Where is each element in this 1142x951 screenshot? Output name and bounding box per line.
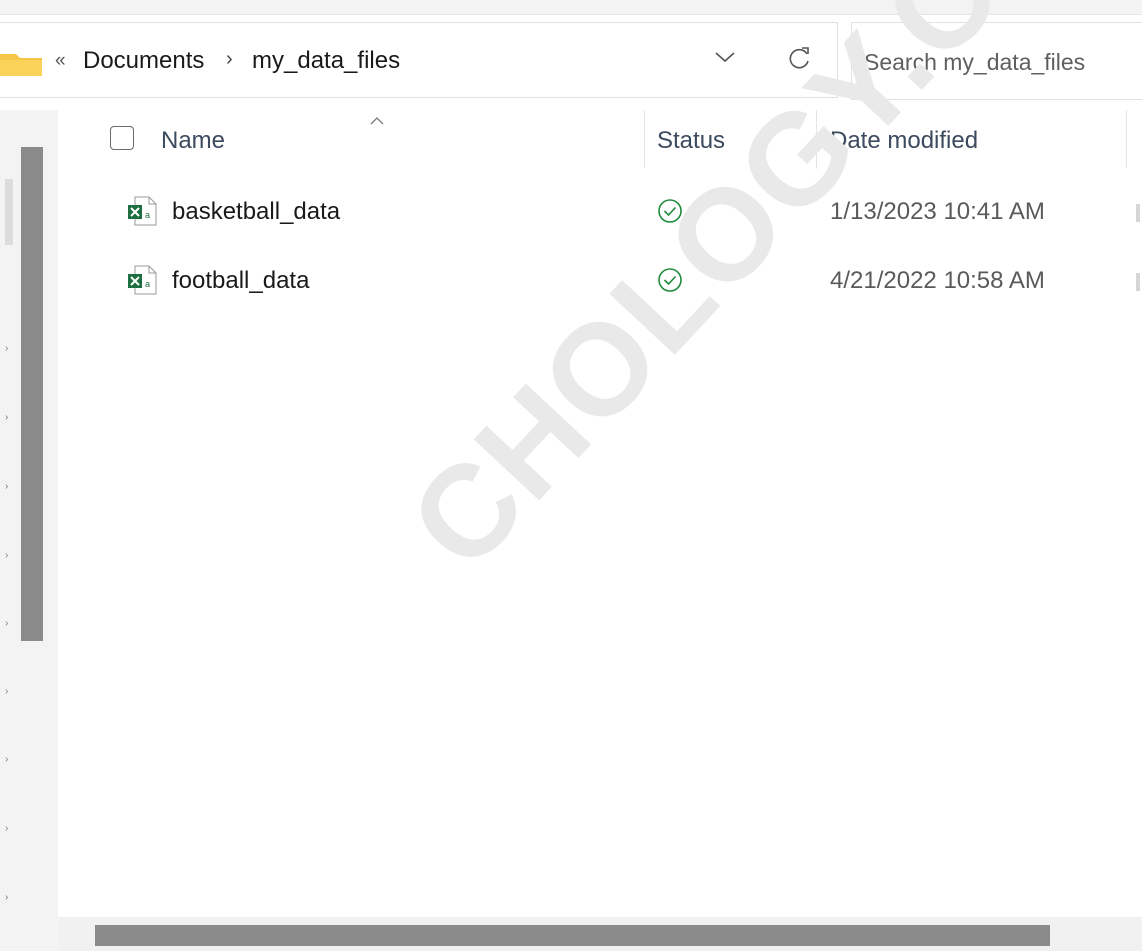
file-date-modified: 1/13/2023 10:41 AM: [830, 198, 1045, 225]
excel-icon: a: [127, 196, 157, 231]
nav-expand-chevron-icon[interactable]: ›: [5, 892, 8, 903]
vertical-scrollbar-thumb[interactable]: [21, 147, 43, 641]
chevron-down-icon[interactable]: [714, 50, 736, 69]
column-header-name[interactable]: Name: [161, 127, 225, 155]
nav-expand-chevron-icon[interactable]: ›: [5, 754, 8, 765]
breadcrumb-documents[interactable]: Documents: [83, 47, 204, 75]
excel-icon: a: [127, 265, 157, 300]
horizontal-scrollbar-thumb[interactable]: [95, 925, 1050, 946]
nav-expand-chevron-icon[interactable]: ›: [5, 823, 8, 834]
file-date-modified: 4/21/2022 10:58 AM: [830, 267, 1045, 294]
nav-expand-chevron-icon[interactable]: ›: [5, 550, 8, 561]
column-header-date-modified[interactable]: Date modified: [830, 127, 978, 155]
column-divider[interactable]: [1126, 110, 1127, 168]
file-name-football-data[interactable]: football_data: [172, 267, 309, 295]
refresh-icon[interactable]: [786, 44, 812, 77]
nav-expand-chevron-icon[interactable]: ›: [5, 412, 8, 423]
nav-expand-chevron-icon[interactable]: ›: [5, 343, 8, 354]
column-divider[interactable]: [816, 110, 817, 168]
select-all-checkbox[interactable]: [110, 126, 134, 150]
folder-icon: [0, 52, 42, 81]
navigation-selected-item[interactable]: [5, 179, 13, 245]
synced-check-icon: [657, 267, 683, 298]
nav-expand-chevron-icon[interactable]: ›: [5, 618, 8, 629]
recent-locations-chevron-icon[interactable]: «: [55, 50, 66, 72]
svg-text:a: a: [145, 210, 150, 220]
nav-expand-chevron-icon[interactable]: ›: [5, 481, 8, 492]
sort-ascending-icon: [370, 112, 384, 130]
file-name-basketball-data[interactable]: basketball_data: [172, 198, 340, 226]
search-placeholder: Search my_data_files: [864, 49, 1086, 75]
column-header-status[interactable]: Status: [657, 127, 725, 155]
column-divider[interactable]: [644, 110, 645, 168]
nav-expand-chevron-icon[interactable]: ›: [5, 686, 8, 697]
synced-check-icon: [657, 198, 683, 229]
file-type-cell: [1136, 273, 1140, 291]
file-type-cell: [1136, 204, 1140, 222]
breadcrumb-my-data-files[interactable]: my_data_files: [252, 47, 400, 75]
svg-text:a: a: [145, 279, 150, 289]
window-top-strip: [0, 0, 1142, 15]
breadcrumb-separator-icon: ›: [226, 48, 233, 70]
